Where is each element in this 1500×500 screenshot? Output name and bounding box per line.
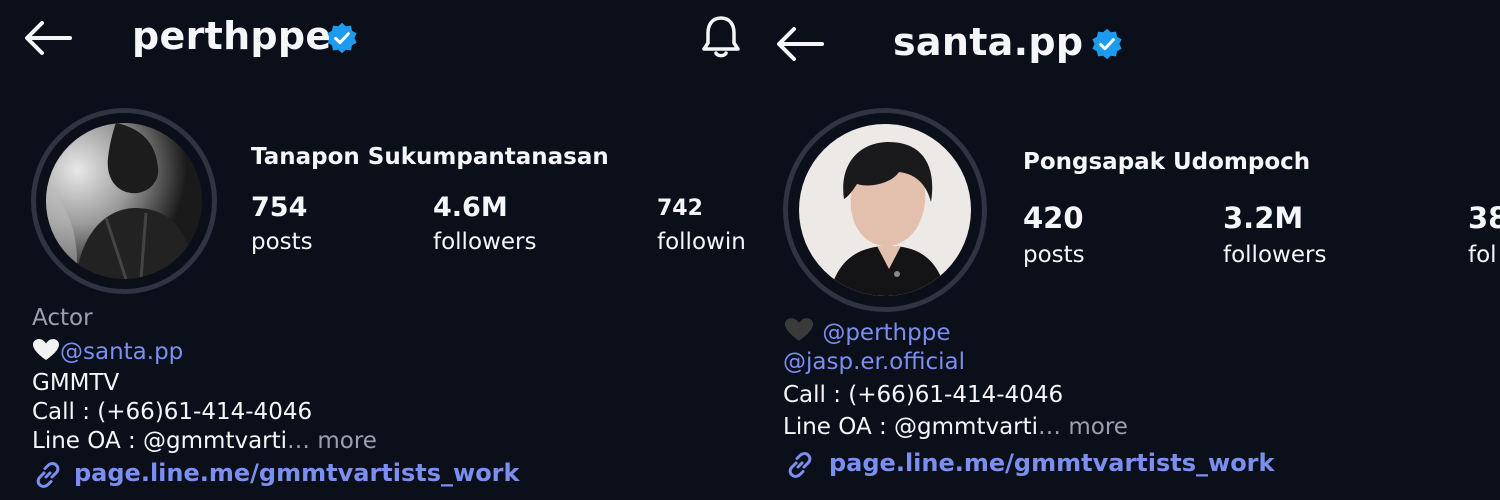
back-arrow-icon[interactable] — [774, 24, 826, 64]
username: perthppe — [132, 14, 332, 58]
link-icon — [36, 462, 60, 488]
following-label[interactable]: fol — [1468, 242, 1497, 268]
bio-line-mention: @perthppe — [783, 317, 950, 346]
more-button[interactable]: more — [317, 428, 377, 454]
website-link[interactable]: page.line.me/gmmtvartists_work — [829, 449, 1274, 477]
avatar[interactable] — [46, 123, 202, 279]
verified-badge-icon — [1092, 28, 1122, 60]
mention-link[interactable]: @santa.pp — [60, 339, 183, 365]
avatar[interactable] — [799, 124, 971, 296]
followers-label[interactable]: followers — [433, 229, 536, 255]
back-arrow-icon[interactable] — [22, 18, 74, 58]
bio-ellipsis: … — [1038, 414, 1069, 440]
bio-line-mention-2[interactable]: @jasp.er.official — [783, 349, 965, 375]
posts-label: posts — [1023, 242, 1085, 268]
following-count[interactable]: 742 — [657, 196, 703, 221]
bio-ellipsis: … — [287, 428, 318, 454]
line-oa-handle: @gmmtvarti — [143, 428, 288, 454]
verified-badge-icon — [327, 22, 357, 54]
bio-line-phone: Call : (+66)61-414-4046 — [783, 382, 1064, 408]
mention-link[interactable]: @perthppe — [822, 320, 950, 346]
followers-count[interactable]: 4.6M — [433, 192, 508, 223]
line-oa-prefix: Line OA : — [783, 414, 895, 440]
bio-line-phone: Call : (+66)61-414-4046 — [32, 399, 313, 425]
profile-panel-santa: santa.pp Pongsapak Udompoch 420 posts 3.… — [750, 0, 1500, 500]
posts-label: posts — [251, 229, 313, 255]
website-link[interactable]: page.line.me/gmmtvartists_work — [74, 459, 519, 487]
bio-line-mention: @santa.pp — [32, 338, 183, 365]
bio-line-org: GMMTV — [32, 370, 120, 396]
full-name: Pongsapak Udompoch — [1023, 149, 1311, 175]
avatar-photo — [46, 123, 202, 279]
avatar-photo — [799, 124, 971, 296]
line-oa-prefix: Line OA : — [32, 428, 144, 454]
username: santa.pp — [893, 20, 1084, 64]
white-heart-icon — [33, 339, 59, 360]
following-count[interactable]: 38 — [1468, 201, 1500, 235]
bio-line-lineoa: Line OA : @gmmtvarti… more — [783, 414, 1128, 440]
posts-count: 754 — [251, 192, 308, 223]
followers-label[interactable]: followers — [1223, 242, 1326, 268]
black-heart-icon — [784, 318, 814, 341]
line-oa-handle: @gmmtvarti — [894, 414, 1039, 440]
full-name: Tanapon Sukumpantanasan — [251, 144, 609, 170]
link-icon — [788, 452, 812, 478]
followers-count[interactable]: 3.2M — [1223, 201, 1303, 235]
following-label[interactable]: followin — [657, 229, 746, 255]
category-label: Actor — [32, 305, 93, 331]
bio-line-lineoa: Line OA : @gmmtvarti… more — [32, 428, 377, 454]
more-button[interactable]: more — [1068, 414, 1128, 440]
posts-count: 420 — [1023, 201, 1084, 235]
profile-panel-perthppe: perthppe Tanapon Sukumpantanasan 754 pos… — [0, 0, 750, 500]
bell-icon[interactable] — [696, 12, 746, 62]
